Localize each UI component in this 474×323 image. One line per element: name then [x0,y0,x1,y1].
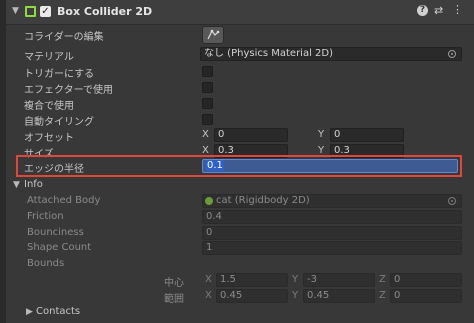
component-title: Box Collider 2D [57,5,153,18]
enabled-checkbox-checked-icon[interactable]: ✓ [40,6,51,17]
foldout-arrow-icon[interactable]: ▼ [12,6,19,16]
shape-count-label: Shape Count [27,242,92,253]
info-foldout-arrow-icon[interactable]: ▼ [13,180,20,190]
edit-collider-icon [207,29,220,40]
info-label[interactable]: Info [24,179,43,190]
used-by-composite-label: 複合で使用 [24,101,74,112]
material-value: なし (Physics Material 2D) [204,48,334,59]
extent-z-field: 0 [390,289,462,303]
center-y-axis-label: Y [292,274,299,285]
offset-x-value: 0 [218,129,225,140]
offset-x-field[interactable]: 0 [214,128,288,142]
extent-y-value: 0.45 [307,290,330,301]
collider-component-icon [25,6,36,17]
center-z-axis-label: Z [379,274,386,285]
offset-y-field[interactable]: 0 [330,128,404,142]
used-by-effector-checkbox[interactable] [202,82,213,93]
offset-y-value: 0 [334,129,341,140]
left-panel-edge [0,0,6,323]
material-label: マテリアル [24,52,74,63]
help-icon[interactable]: ? [417,5,428,16]
bounciness-field: 0 [202,226,462,240]
extent-z-axis-label: Z [379,290,386,301]
shape-count-value: 1 [206,242,213,253]
extent-y-axis-label: Y [292,290,299,301]
contacts-foldout-arrow-icon[interactable]: ▶ [26,307,33,317]
auto-tiling-checkbox[interactable] [202,114,213,125]
extent-z-value: 0 [394,290,401,301]
extent-x-axis-label: X [205,290,212,301]
used-by-effector-label: エフェクターで使用 [24,85,113,96]
rigidbody-icon [205,197,213,205]
bounciness-value: 0 [206,227,213,238]
material-field[interactable]: なし (Physics Material 2D) [200,47,462,61]
bounds-extent-label: 範囲 [164,294,184,305]
preset-icon[interactable]: ⇄ [434,4,443,17]
friction-field: 0.4 [202,210,462,224]
contacts-label[interactable]: Contacts [36,306,80,317]
attached-body-picker-icon[interactable] [448,197,456,205]
object-picker-icon[interactable] [448,50,456,58]
offset-x-axis-label: X [202,129,209,140]
offset-label: オフセット [24,133,74,144]
center-x-value: 1.5 [220,274,236,285]
offset-y-axis-label: Y [318,129,325,140]
center-x-axis-label: X [205,274,212,285]
friction-label: Friction [27,211,64,222]
auto-tiling-label: 自動タイリング [24,117,94,128]
is-trigger-checkbox[interactable] [202,66,213,77]
center-y-field: -3 [303,273,375,287]
bounds-center-label: 中心 [164,278,184,289]
edge-radius-label: エッジの半径 [24,164,84,175]
center-y-value: -3 [307,274,317,285]
bounciness-label: Bounciness [27,227,84,238]
is-trigger-label: トリガーにする [24,69,95,80]
edge-radius-value: 0.1 [206,160,224,171]
attached-body-value: cat (Rigidbody 2D) [216,195,310,206]
used-by-composite-checkbox[interactable] [202,98,213,109]
attached-body-field[interactable]: cat (Rigidbody 2D) [202,194,462,208]
center-z-field: 0 [390,273,462,287]
extent-x-field: 0.45 [216,289,288,303]
more-menu-icon[interactable]: ⋮ [452,3,463,16]
extent-x-value: 0.45 [220,290,243,301]
attached-body-label: Attached Body [27,195,101,206]
shape-count-field: 1 [202,241,462,255]
edge-radius-field[interactable]: 0.1 [202,159,458,173]
edit-collider-button[interactable] [202,26,224,44]
center-z-value: 0 [394,274,401,285]
center-x-field: 1.5 [216,273,288,287]
bounds-label: Bounds [27,258,65,269]
friction-value: 0.4 [206,211,222,222]
edit-collider-label: コライダーの編集 [24,32,104,43]
extent-y-field: 0.45 [303,289,375,303]
